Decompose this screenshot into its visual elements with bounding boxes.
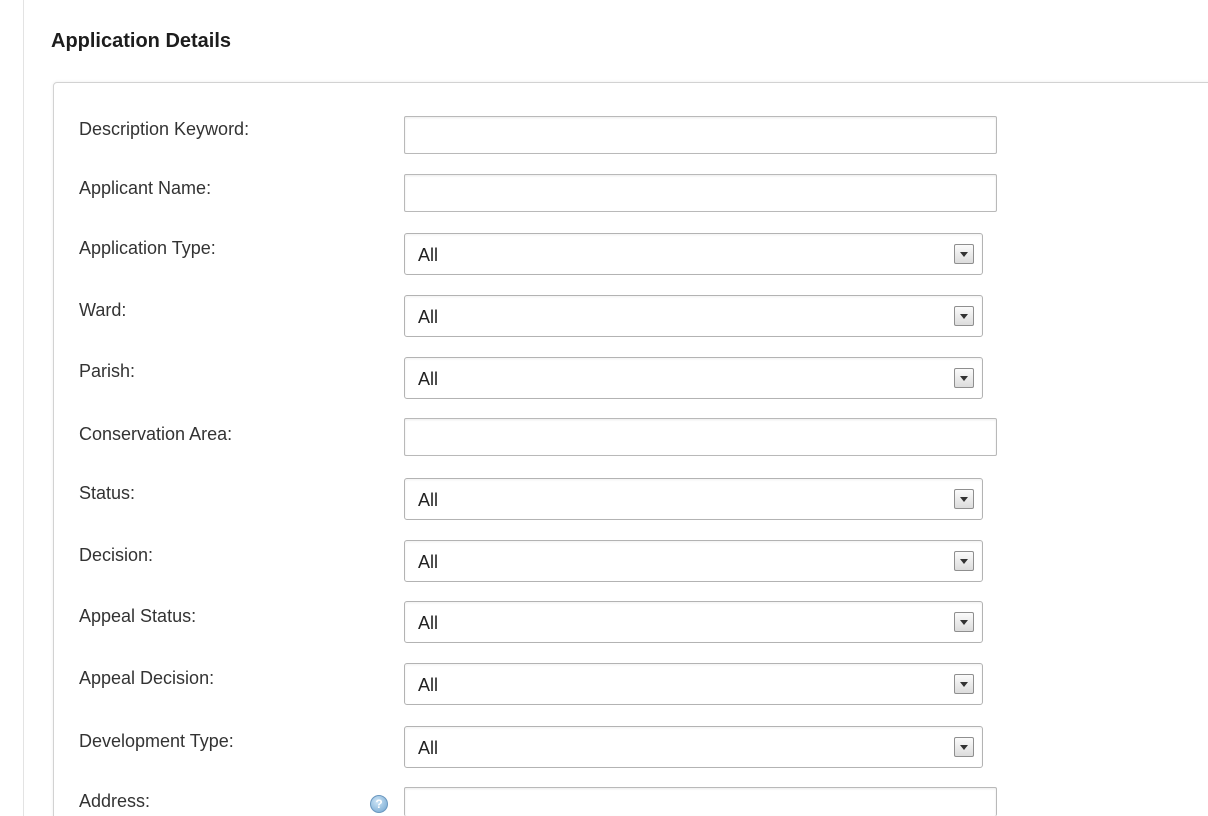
dropdown-arrow-icon[interactable] [954,244,974,264]
section-title: Application Details [51,30,232,52]
application-type-select[interactable]: All [404,233,983,275]
ward-select[interactable]: All [404,295,983,337]
development-type-select[interactable]: All [404,726,983,768]
parish-value: All [418,369,439,389]
status-value: All [418,490,439,510]
dropdown-arrow-icon[interactable] [954,489,974,509]
development-type-label: Development Type: [79,731,234,751]
dropdown-arrow-icon[interactable] [954,551,974,571]
address-input[interactable] [404,787,997,816]
application-type-value: All [418,245,439,265]
application-type-label: Application Type: [79,238,216,258]
status-select[interactable]: All [404,478,983,520]
status-label: Status: [79,483,136,503]
dropdown-arrow-icon[interactable] [954,674,974,694]
dropdown-arrow-icon[interactable] [954,368,974,388]
appeal-decision-label: Appeal Decision: [79,668,215,688]
appeal-decision-value: All [418,675,439,695]
applicant-name-input[interactable] [404,174,997,212]
description-keyword-label: Description Keyword: [79,119,250,139]
ward-value: All [418,307,439,327]
dropdown-arrow-icon[interactable] [954,306,974,326]
dropdown-arrow-icon[interactable] [954,737,974,757]
description-keyword-input[interactable] [404,116,997,154]
decision-select[interactable]: All [404,540,983,582]
ward-label: Ward: [79,300,127,320]
address-label: Address: [79,791,151,811]
conservation-area-input[interactable] [404,418,997,456]
appeal-status-select[interactable]: All [404,601,983,643]
appeal-decision-select[interactable]: All [404,663,983,705]
development-type-value: All [418,738,439,758]
left-divider [23,0,24,816]
parish-label: Parish: [79,361,136,381]
decision-value: All [418,552,439,572]
help-icon[interactable]: ? [370,795,388,813]
appeal-status-value: All [418,613,439,633]
page: Application Details Description Keyword:… [0,0,1208,816]
conservation-area-label: Conservation Area: [79,424,233,444]
appeal-status-label: Appeal Status: [79,606,197,626]
decision-label: Decision: [79,545,154,565]
parish-select[interactable]: All [404,357,983,399]
dropdown-arrow-icon[interactable] [954,612,974,632]
applicant-name-label: Applicant Name: [79,178,212,198]
